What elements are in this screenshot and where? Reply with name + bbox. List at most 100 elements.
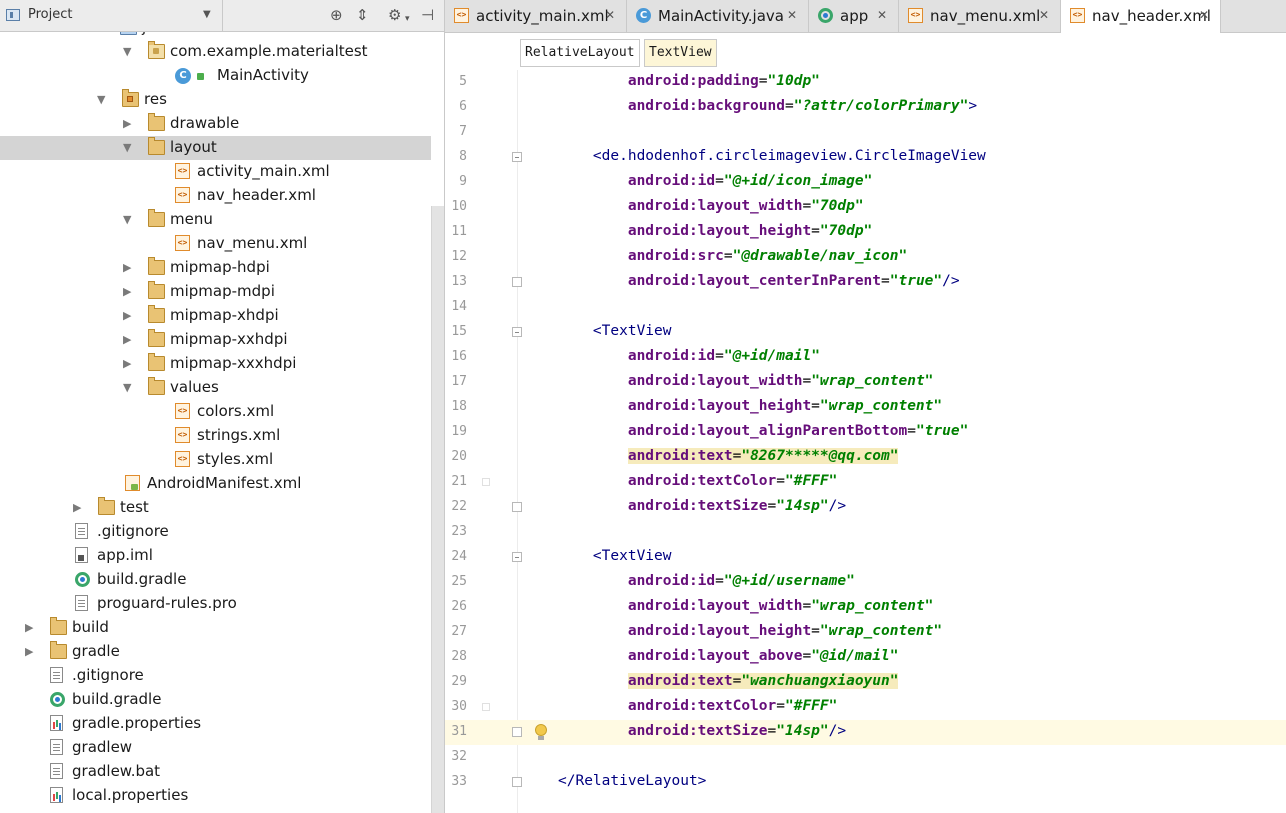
tree-item[interactable]: ▶ mipmap-xxxhdpi — [0, 352, 431, 376]
tab-app[interactable]: app ✕ — [809, 0, 899, 32]
tree-item[interactable]: gradlew — [0, 736, 431, 760]
code-line[interactable]: 15 <TextView — [445, 320, 1286, 345]
gear-icon[interactable]: ⚙ — [388, 6, 401, 24]
tree-item[interactable]: ▼ com.example.materialtest — [0, 40, 431, 64]
code-area[interactable]: 5 android:padding="10dp" 6 android:backgr… — [445, 70, 1286, 813]
tree-item[interactable]: .gitignore — [0, 520, 431, 544]
tree-item[interactable]: ▶ gradle — [0, 640, 431, 664]
gear-dropdown-icon[interactable]: ▾ — [405, 10, 410, 28]
project-view-selector[interactable]: Project — [28, 7, 72, 22]
tree-item[interactable]: <> nav_header.xml — [0, 184, 431, 208]
code-line[interactable]: 20 android:text="8267*****@qq.com" — [445, 445, 1286, 470]
code-line[interactable]: 31 android:textSize="14sp"/> — [445, 720, 1286, 745]
collapsed-arrow-icon[interactable]: ▶ — [123, 117, 135, 130]
code-line[interactable]: 25 android:id="@+id/username" — [445, 570, 1286, 595]
project-scrollbar[interactable] — [431, 206, 444, 813]
tab-mainactivity-java[interactable]: C MainActivity.java ✕ — [627, 0, 809, 32]
tree-item[interactable]: <> nav_menu.xml — [0, 232, 431, 256]
fold-marker-icon[interactable] — [512, 727, 522, 737]
tree-item[interactable]: ▶ test — [0, 496, 431, 520]
tree-item[interactable]: AndroidManifest.xml — [0, 472, 431, 496]
tree-item[interactable]: local.properties — [0, 784, 431, 808]
lightbulb-icon[interactable] — [535, 724, 547, 740]
collapse-icon[interactable]: ⇕ — [356, 6, 369, 24]
hide-icon[interactable]: ⊣ — [421, 6, 434, 24]
code-line[interactable]: 30 android:textColor="#FFF" — [445, 695, 1286, 720]
code-line[interactable]: 16 android:id="@+id/mail" — [445, 345, 1286, 370]
code-line[interactable]: 19 android:layout_alignParentBottom="tru… — [445, 420, 1286, 445]
expanded-arrow-icon[interactable]: ▼ — [123, 45, 135, 58]
code-line[interactable]: 24 <TextView — [445, 545, 1286, 570]
code-line[interactable]: 14 — [445, 295, 1286, 320]
tab-nav-header-xml[interactable]: nav_header.xml✕ — [1061, 0, 1221, 33]
code-line[interactable]: 17 android:layout_width="wrap_content" — [445, 370, 1286, 395]
fold-marker-icon[interactable] — [512, 152, 522, 162]
code-line[interactable]: 33 </RelativeLayout> — [445, 770, 1286, 795]
code-line[interactable]: 22 android:textSize="14sp"/> — [445, 495, 1286, 520]
tab-nav-menu-xml[interactable]: nav_menu.xml✕ — [899, 0, 1061, 32]
collapsed-arrow-icon[interactable]: ▶ — [73, 501, 85, 514]
collapsed-arrow-icon[interactable]: ▶ — [25, 621, 37, 634]
expanded-arrow-icon[interactable]: ▼ — [97, 93, 109, 106]
code-line[interactable]: 26 android:layout_width="wrap_content" — [445, 595, 1286, 620]
tree-item[interactable]: gradle.properties — [0, 712, 431, 736]
fold-marker-icon[interactable] — [512, 327, 522, 337]
code-line[interactable]: 21 android:textColor="#FFF" — [445, 470, 1286, 495]
tree-item[interactable]: build.gradle — [0, 688, 431, 712]
breadcrumb-item[interactable]: TextView — [644, 39, 717, 67]
tab-activity-main-xml[interactable]: activity_main.xml✕ — [445, 0, 627, 32]
tree-item[interactable]: <> activity_main.xml — [0, 160, 431, 184]
gutter-mark[interactable] — [482, 703, 490, 711]
fold-marker-icon[interactable] — [512, 777, 522, 787]
collapsed-arrow-icon[interactable]: ▶ — [123, 309, 135, 322]
collapsed-arrow-icon[interactable]: ▶ — [25, 645, 37, 658]
collapsed-arrow-icon[interactable]: ▶ — [123, 285, 135, 298]
close-icon[interactable]: ✕ — [1199, 8, 1209, 22]
chevron-down-icon[interactable]: ▼ — [203, 9, 211, 20]
tree-item[interactable]: build.gradle — [0, 568, 431, 592]
code-line[interactable]: 5 android:padding="10dp" — [445, 70, 1286, 95]
expanded-arrow-icon[interactable]: ▼ — [123, 141, 135, 154]
collapsed-arrow-icon[interactable]: ▶ — [123, 357, 135, 370]
tree-item[interactable]: ▶ build — [0, 616, 431, 640]
fold-marker-icon[interactable] — [512, 552, 522, 562]
tree-item[interactable]: ▶ mipmap-mdpi — [0, 280, 431, 304]
tree-item[interactable]: <> strings.xml — [0, 424, 431, 448]
code-line[interactable]: 12 android:src="@drawable/nav_icon" — [445, 245, 1286, 270]
fold-marker-icon[interactable] — [512, 502, 522, 512]
code-line[interactable]: 10 android:layout_width="70dp" — [445, 195, 1286, 220]
fold-marker-icon[interactable] — [512, 277, 522, 287]
code-line[interactable]: 27 android:layout_height="wrap_content" — [445, 620, 1286, 645]
code-line[interactable]: 13 android:layout_centerInParent="true"/… — [445, 270, 1286, 295]
code-line[interactable]: 32 — [445, 745, 1286, 770]
tree-item[interactable]: <> colors.xml — [0, 400, 431, 424]
code-line[interactable]: 23 — [445, 520, 1286, 545]
code-line[interactable]: 18 android:layout_height="wrap_content" — [445, 395, 1286, 420]
tree-item[interactable]: ▶ mipmap-xhdpi — [0, 304, 431, 328]
code-line[interactable]: 7 — [445, 120, 1286, 145]
code-line[interactable]: 28 android:layout_above="@id/mail" — [445, 645, 1286, 670]
tree-item[interactable]: .gitignore — [0, 664, 431, 688]
gutter-mark[interactable] — [482, 478, 490, 486]
code-line[interactable]: 11 android:layout_height="70dp" — [445, 220, 1286, 245]
expanded-arrow-icon[interactable]: ▼ — [123, 381, 135, 394]
tree-item[interactable]: gradlew.bat — [0, 760, 431, 784]
tree-item[interactable]: app.iml — [0, 544, 431, 568]
tree-item[interactable]: ▼ layout — [0, 136, 431, 160]
collapsed-arrow-icon[interactable]: ▶ — [123, 333, 135, 346]
target-icon[interactable]: ⊕ — [330, 6, 343, 24]
close-icon[interactable]: ✕ — [787, 8, 797, 22]
code-line[interactable]: 8 <de.hdodenhof.circleimageview.CircleIm… — [445, 145, 1286, 170]
tree-item[interactable]: ▶ mipmap-xxhdpi — [0, 328, 431, 352]
code-line[interactable]: 29 android:text="wanchuangxiaoyun" — [445, 670, 1286, 695]
expanded-arrow-icon[interactable]: ▼ — [123, 213, 135, 226]
tree-item[interactable]: ▼ values — [0, 376, 431, 400]
tree-item[interactable]: C MainActivity — [0, 64, 431, 88]
code-line[interactable]: 6 android:background="?attr/colorPrimary… — [445, 95, 1286, 120]
code-line[interactable]: 9 android:id="@+id/icon_image" — [445, 170, 1286, 195]
breadcrumb-item[interactable]: RelativeLayout — [520, 39, 640, 67]
tree-item[interactable]: ▶ drawable — [0, 112, 431, 136]
collapsed-arrow-icon[interactable]: ▶ — [123, 261, 135, 274]
tree-item[interactable]: proguard-rules.pro — [0, 592, 431, 616]
tree-item[interactable]: ▶ mipmap-hdpi — [0, 256, 431, 280]
